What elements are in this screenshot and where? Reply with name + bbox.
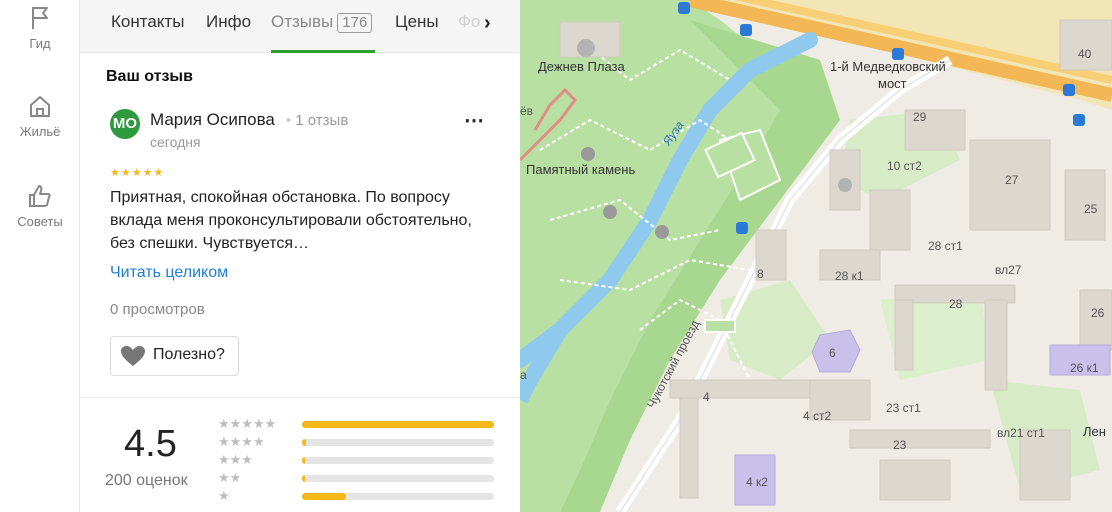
map-label: 4 ст2 (803, 409, 832, 423)
rail-item-label: Жильё (19, 124, 61, 139)
organization-panel: Контакты Инфо Отзывы 176 Цены Фо › Ваш от… (80, 0, 520, 512)
map-label: 40 (1078, 47, 1092, 61)
app-window: Гид Жильё Советы Контакты Инфо Отзывы 176… (0, 0, 1112, 512)
rating-row-stars: ★★ (218, 470, 242, 485)
map-label: 23 ст1 (886, 401, 921, 415)
map-label: 28 к1 (835, 269, 864, 283)
review-text: Приятная, спокойная обстановка. По вопро… (110, 189, 472, 252)
rail-item-label: Гид (29, 36, 51, 51)
map-view[interactable]: Дежнев Плаза 1-й Медведковский мост 40 2… (520, 0, 1112, 512)
rating-row-stars: ★ (218, 488, 230, 503)
rating-row-stars: ★★★★★ (218, 416, 277, 431)
rail-item-housing[interactable]: Жильё (0, 92, 80, 139)
rating-row-stars: ★★★★ (218, 434, 265, 449)
more-options-icon[interactable]: ⋯ (464, 108, 485, 133)
map-label: 4 (703, 390, 710, 404)
map-label: 25 (1084, 202, 1098, 216)
rating-row-bar (302, 493, 494, 500)
map-label[interactable]: 1-й Медведковский (830, 59, 946, 74)
map-label: ёв (520, 104, 534, 118)
chevron-right-icon[interactable]: › (484, 12, 491, 35)
tab-reviews[interactable]: Отзывы 176 (271, 12, 373, 33)
rating-row-bar (302, 421, 494, 428)
left-rail: Гид Жильё Советы (0, 0, 80, 512)
map-label: Лен (1083, 424, 1106, 439)
review-stars: ★★★★★ (110, 167, 165, 179)
house-icon (30, 96, 50, 117)
rail-item-tips[interactable]: Советы (0, 182, 80, 229)
tab-photos[interactable]: Фо (458, 12, 480, 32)
rating-row-bar (302, 457, 494, 464)
tab-contacts[interactable]: Контакты (111, 12, 184, 32)
author-review-count-text: 1 отзыв (295, 112, 349, 129)
map-label: 8 (757, 267, 764, 281)
helpful-label: Полезно? (153, 346, 225, 363)
map-label: 10 ст2 (887, 159, 922, 173)
map-label: вл27 (995, 263, 1022, 277)
map-label: 23 (893, 438, 907, 452)
reviews-count-badge: 176 (337, 13, 373, 33)
your-review-title: Ваш отзыв (106, 68, 193, 85)
active-tab-indicator (271, 50, 375, 53)
thumbs-up-icon (29, 185, 51, 207)
map-label: 4 к2 (746, 475, 768, 489)
map-label: 28 (949, 297, 963, 311)
map-label: 29 (913, 110, 927, 124)
map-label[interactable]: Памятный камень (526, 162, 635, 177)
map-label: 26 к1 (1070, 361, 1099, 375)
tab-info[interactable]: Инфо (206, 12, 251, 32)
review-date: сегодня (150, 134, 201, 150)
rating-row-bar-fill (302, 493, 346, 500)
author-review-count: • 1 отзыв (286, 112, 349, 129)
review-views: 0 просмотров (110, 301, 205, 318)
map-label: 27 (1005, 173, 1019, 187)
flag-icon (32, 7, 48, 29)
rating-row-bar-fill (302, 457, 305, 464)
rating-row-stars: ★★★ (218, 452, 253, 467)
rail-item-guide[interactable]: Гид (0, 4, 80, 51)
map-label: 28 ст1 (928, 239, 963, 253)
map-label: 6 (829, 346, 836, 360)
rating-value: 4.5 (124, 423, 177, 465)
rating-row-bar (302, 439, 494, 446)
heart-icon (121, 346, 145, 366)
tab-prices[interactable]: Цены (395, 12, 439, 32)
rating-row-bar-fill (302, 475, 305, 482)
map-label: вл21 ст1 (997, 426, 1045, 440)
avatar[interactable]: МО (110, 109, 140, 139)
rating-row-bar-fill (302, 439, 306, 446)
tab-reviews-label: Отзывы (271, 12, 334, 31)
rating-count: 200 оценок (105, 472, 188, 489)
map-label: 26 (1091, 306, 1105, 320)
read-more-link[interactable]: Читать целиком (110, 264, 228, 282)
tab-bar: Контакты Инфо Отзывы 176 Цены Фо › (80, 0, 520, 53)
map-label: а (520, 368, 527, 382)
divider (80, 397, 520, 398)
rating-row-bar-fill (302, 421, 494, 428)
map-label[interactable]: Дежнев Плаза (538, 59, 625, 74)
rail-item-label: Советы (17, 214, 63, 229)
rating-row-bar (302, 475, 494, 482)
review-author-name[interactable]: Мария Осипова (150, 110, 275, 130)
helpful-button[interactable]: Полезно? (110, 336, 239, 376)
map-label[interactable]: мост (878, 76, 907, 91)
